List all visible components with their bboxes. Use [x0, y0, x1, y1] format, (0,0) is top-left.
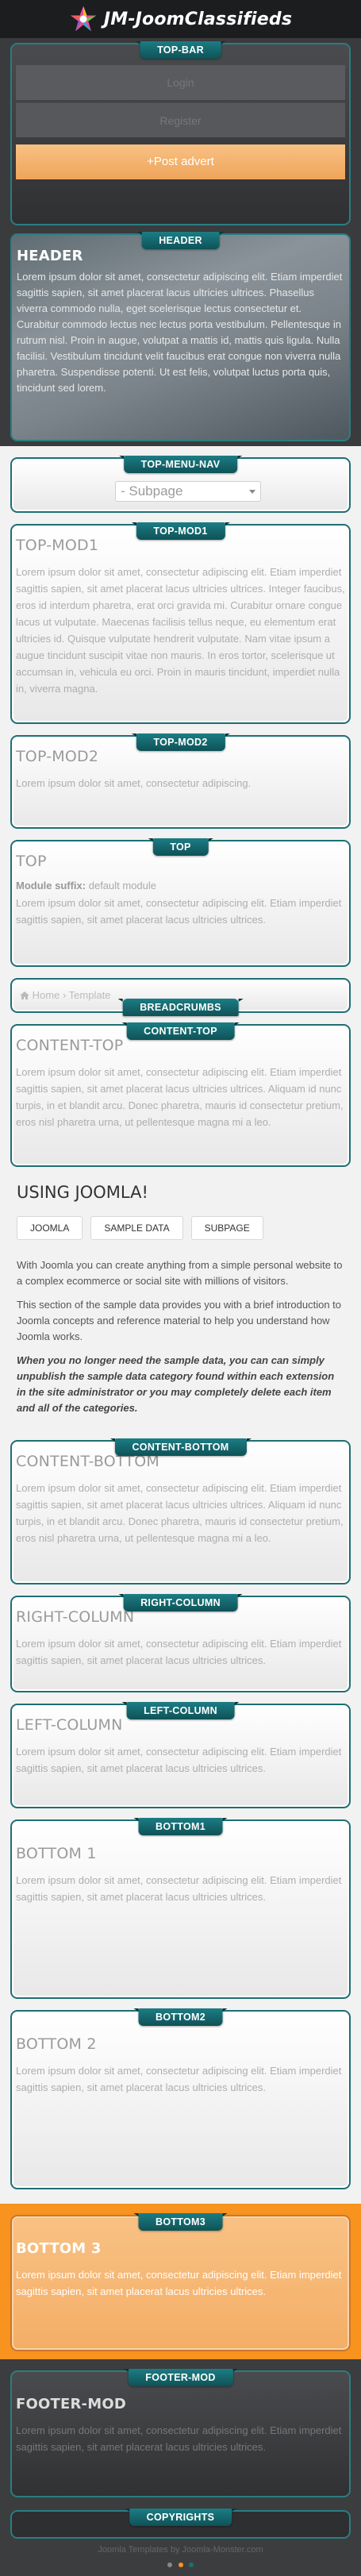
- breadcrumb-separator: ›: [62, 989, 67, 1001]
- article: USING JOOMLA! JOOMLA SAMPLE DATA SUBPAGE…: [10, 1167, 351, 1435]
- module-tag: BOTTOM1: [133, 1818, 228, 1835]
- subpage-select[interactable]: - Subpage: [115, 481, 261, 502]
- top-mod2-module: TOP-MOD2 TOP-MOD2 Lorem ipsum dolor sit …: [10, 734, 351, 829]
- module-tag: CONTENT-BOTTOM: [109, 1438, 252, 1456]
- tab-joomla[interactable]: JOOMLA: [17, 1216, 83, 1240]
- module-title: HEADER: [17, 248, 83, 264]
- bottom3-area: BOTTOM3 BOTTOM 3 Lorem ipsum dolor sit a…: [0, 2204, 361, 2359]
- color-dots: [10, 2558, 351, 2570]
- module-text: Lorem ipsum dolor sit amet, consectetur …: [16, 2065, 342, 2093]
- site-logo-text[interactable]: JM-JoomClassifieds: [104, 10, 292, 29]
- module-tag: LEFT-COLUMN: [121, 1702, 240, 1719]
- top-area: TOP-BAR Login Register +Post advert HEAD…: [0, 38, 361, 446]
- tab-subpage[interactable]: SUBPAGE: [190, 1216, 263, 1240]
- breadcrumb-current: Template: [68, 989, 111, 1001]
- copyright-by[interactable]: by Joomla-Monster.com: [171, 2545, 263, 2555]
- module-tag: COPYRIGHTS: [124, 2509, 236, 2526]
- star-logo-icon: [70, 6, 97, 32]
- module-tag: TOP: [148, 838, 214, 856]
- select-value: - Subpage: [121, 483, 183, 499]
- header-module: HEADER HEADER Lorem ipsum dolor sit amet…: [10, 232, 351, 441]
- module-tag: RIGHT-COLUMN: [118, 1594, 243, 1611]
- content-top-module: CONTENT-TOP CONTENT-TOP Lorem ipsum dolo…: [10, 1022, 351, 1167]
- module-tag: HEADER: [136, 232, 225, 249]
- right-column-module: RIGHT-COLUMN RIGHT-COLUMN Lorem ipsum do…: [10, 1594, 351, 1692]
- module-tag: CONTENT-TOP: [121, 1022, 240, 1040]
- module-tag: TOP-MOD2: [131, 734, 230, 751]
- module-tag: BOTTOM2: [133, 2008, 228, 2026]
- module-text: Lorem ipsum dolor sit amet, consectetur …: [16, 1066, 344, 1128]
- module-text: Lorem ipsum dolor sit amet, consectetur …: [17, 271, 343, 394]
- copyrights-module: COPYRIGHTS: [10, 2509, 351, 2539]
- bottom3-module: BOTTOM3 BOTTOM 3 Lorem ipsum dolor sit a…: [10, 2213, 351, 2351]
- top-module: TOP TOP Module suffix: default module Lo…: [10, 838, 351, 967]
- module-suffix: Module suffix: default module: [16, 880, 345, 891]
- home-icon[interactable]: [20, 992, 29, 999]
- module-text: Lorem ipsum dolor sit amet, consectetur …: [16, 2424, 342, 2453]
- suffix-label: Module suffix:: [16, 880, 86, 891]
- tab-sample-data[interactable]: SAMPLE DATA: [90, 1216, 183, 1240]
- bottom1-module: BOTTOM1 BOTTOM 1 Lorem ipsum dolor sit a…: [10, 1818, 351, 1999]
- article-tabs: JOOMLA SAMPLE DATA SUBPAGE: [17, 1216, 344, 1240]
- copyright-link[interactable]: Joomla Templates: [98, 2545, 167, 2555]
- module-tag: BREADCRUMBS: [117, 999, 244, 1016]
- module-title: BOTTOM 1: [16, 1845, 97, 1862]
- module-title: BOTTOM 2: [16, 2035, 97, 2053]
- top-bar-module: TOP-BAR Login Register +Post advert: [10, 41, 351, 225]
- module-text: Lorem ipsum dolor sit amet, consectetur …: [16, 897, 342, 926]
- top-mod1-module: TOP-MOD1 TOP-MOD1 Lorem ipsum dolor sit …: [10, 522, 351, 724]
- module-tag: FOOTER-MOD: [123, 2369, 239, 2386]
- module-text: Lorem ipsum dolor sit amet, consectetur …: [16, 1638, 342, 1666]
- module-text: Lorem ipsum dolor sit amet, consectetur …: [16, 777, 252, 789]
- login-button[interactable]: Login: [16, 65, 345, 100]
- module-tag: TOP-MOD1: [131, 522, 230, 540]
- module-text: Lorem ipsum dolor sit amet, consectetur …: [16, 2269, 342, 2297]
- article-paragraph: With Joomla you can create anything from…: [17, 1259, 343, 1287]
- bottom2-module: BOTTOM2 BOTTOM 2 Lorem ipsum dolor sit a…: [10, 2008, 351, 2189]
- breadcrumb: BREADCRUMBS Home › Template: [10, 978, 351, 1016]
- module-title: BOTTOM 3: [16, 2240, 102, 2257]
- article-title: USING JOOMLA!: [17, 1183, 148, 1202]
- module-title: FOOTER-MOD: [16, 2396, 126, 2412]
- footer-module: FOOTER-MOD FOOTER-MOD Lorem ipsum dolor …: [10, 2369, 351, 2497]
- chevron-down-icon: [249, 490, 255, 494]
- register-button[interactable]: Register: [16, 102, 345, 137]
- module-text: Lorem ipsum dolor sit amet, consectetur …: [16, 1482, 344, 1544]
- module-text: Lorem ipsum dolor sit amet, consectetur …: [16, 1874, 342, 1903]
- breadcrumb-home[interactable]: Home: [33, 989, 60, 1001]
- top-menu-nav-module: TOP-MENU-NAV - Subpage: [10, 456, 351, 513]
- module-tag: BOTTOM3: [133, 2213, 228, 2231]
- color-dot[interactable]: [167, 2563, 172, 2567]
- footer-area: FOOTER-MOD FOOTER-MOD Lorem ipsum dolor …: [0, 2359, 361, 2576]
- copyright-text: Joomla Templates by Joomla-Monster.com: [10, 2545, 351, 2555]
- article-paragraph: When you no longer need the sample data,…: [17, 1354, 335, 1414]
- color-dot[interactable]: [178, 2563, 183, 2567]
- suffix-value: default module: [88, 880, 157, 891]
- module-text: Lorem ipsum dolor sit amet, consectetur …: [16, 566, 345, 695]
- module-tag: TOP-MENU-NAV: [118, 456, 242, 473]
- left-column-module: LEFT-COLUMN LEFT-COLUMN Lorem ipsum dolo…: [10, 1702, 351, 1808]
- logo-bar: JM-JoomClassifieds: [0, 0, 361, 38]
- module-text: Lorem ipsum dolor sit amet, consectetur …: [16, 1746, 342, 1774]
- article-paragraph: This section of the sample data provides…: [17, 1299, 341, 1342]
- module-tag: TOP-BAR: [135, 41, 226, 59]
- post-advert-button[interactable]: +Post advert: [16, 144, 345, 179]
- content-bottom-module: CONTENT-BOTTOM CONTENT-BOTTOM Lorem ipsu…: [10, 1438, 351, 1584]
- color-dot[interactable]: [189, 2563, 194, 2567]
